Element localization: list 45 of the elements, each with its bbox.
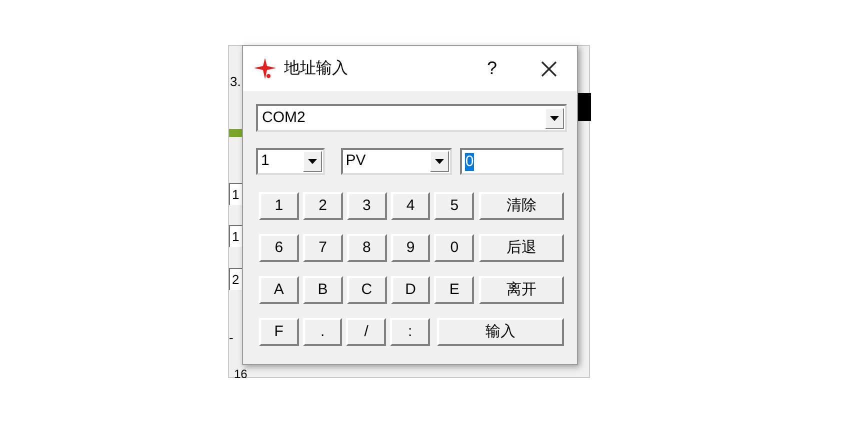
label-text: - — [229, 330, 234, 346]
dropdown-arrow-button[interactable] — [430, 151, 450, 172]
field-value: 2 — [229, 268, 242, 290]
keypad-button[interactable]: : — [390, 318, 430, 346]
keypad-button[interactable]: E — [434, 276, 474, 304]
label-text: 3. — [230, 74, 241, 90]
keypad-button[interactable]: / — [346, 318, 386, 346]
caret-icon — [435, 159, 444, 164]
app-logo-icon — [253, 56, 277, 80]
combo-value: 16 — [233, 366, 248, 378]
dropdown-arrow-button[interactable] — [302, 151, 322, 172]
station-dropdown[interactable]: 1 — [256, 148, 325, 175]
window-title: 地址输入 — [284, 58, 348, 78]
caret-icon — [550, 116, 559, 120]
keypad-button[interactable]: 6 — [259, 234, 299, 262]
keypad-button[interactable]: 3 — [346, 192, 387, 220]
dropdown-arrow-button[interactable] — [545, 108, 564, 128]
keypad-button[interactable]: 5 — [434, 192, 474, 220]
dark-panel — [578, 93, 591, 121]
keypad-button[interactable]: F — [259, 318, 299, 346]
keypad-button[interactable]: 1 — [259, 192, 299, 220]
keypad-button[interactable]: . — [302, 318, 342, 346]
keypad-button[interactable]: 离开 — [479, 276, 564, 304]
keypad-button[interactable]: 清除 — [479, 192, 564, 220]
keypad-button[interactable]: 输入 — [436, 318, 564, 346]
help-button[interactable]: ? — [486, 55, 497, 82]
keypad-button[interactable]: 9 — [390, 234, 430, 262]
address-input-field[interactable]: 0 — [460, 148, 564, 175]
caret-icon — [308, 159, 317, 164]
keypad-button[interactable]: C — [346, 276, 387, 304]
keypad-button[interactable]: 后退 — [479, 234, 564, 262]
keypad-button[interactable]: D — [390, 276, 430, 304]
field-value: 1 — [229, 225, 242, 247]
register-dropdown[interactable]: PV — [340, 148, 452, 175]
keypad-button[interactable]: B — [302, 276, 343, 304]
keypad-button[interactable]: A — [259, 276, 299, 304]
keypad-button[interactable]: 8 — [346, 234, 387, 262]
keypad-button[interactable]: 2 — [302, 192, 343, 220]
keypad-button[interactable]: 0 — [434, 234, 474, 262]
close-icon[interactable] — [541, 60, 557, 76]
field-value: 1 — [229, 183, 242, 205]
keypad-button[interactable]: 4 — [390, 192, 430, 220]
keypad-button[interactable]: 7 — [302, 234, 343, 262]
port-dropdown[interactable]: COM2 — [256, 104, 567, 132]
accent-strip — [229, 129, 243, 137]
